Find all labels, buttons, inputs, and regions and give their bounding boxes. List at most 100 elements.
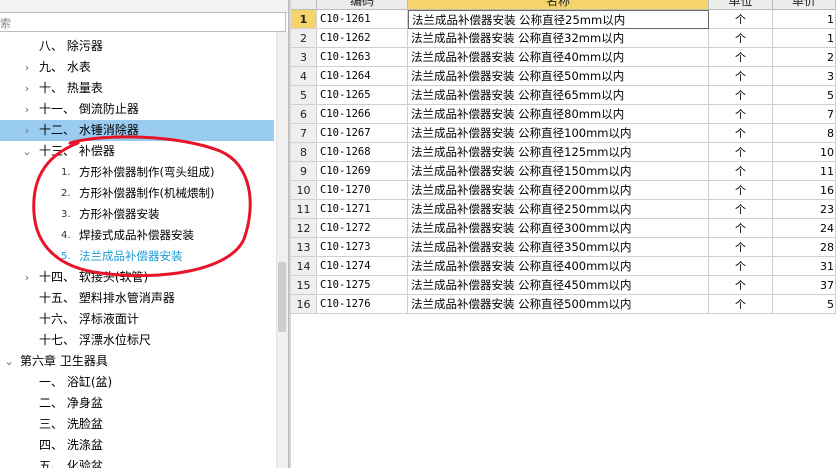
name-cell[interactable]: 法兰成品补偿器安装 公称直径500mm以内	[408, 295, 709, 314]
chevron-down-icon[interactable]: ⌄	[2, 351, 16, 372]
price-cell[interactable]: 7	[773, 105, 836, 124]
tree-item[interactable]: › 九、 水表	[0, 57, 274, 78]
name-cell[interactable]: 法兰成品补偿器安装 公称直径50mm以内	[408, 67, 709, 86]
unit-cell[interactable]: 个	[709, 105, 773, 124]
row-number[interactable]: 5	[291, 86, 317, 105]
price-cell[interactable]: 16	[773, 181, 836, 200]
table-row[interactable]: 5 C10-1265 法兰成品补偿器安装 公称直径65mm以内个 5	[291, 86, 836, 105]
price-cell[interactable]: 24	[773, 219, 836, 238]
code-cell[interactable]: C10-1262	[317, 29, 408, 48]
row-number[interactable]: 9	[291, 162, 317, 181]
header-code[interactable]: 编码	[317, 0, 408, 9]
tree-item[interactable]: › 十一、 倒流防止器	[0, 99, 274, 120]
code-cell[interactable]: C10-1272	[317, 219, 408, 238]
code-cell[interactable]: C10-1267	[317, 124, 408, 143]
unit-cell[interactable]: 个	[709, 200, 773, 219]
unit-cell[interactable]: 个	[709, 238, 773, 257]
price-cell[interactable]: 2	[773, 48, 836, 67]
table-row[interactable]: 4 C10-1264 法兰成品补偿器安装 公称直径50mm以内个 3	[291, 67, 836, 86]
tree-item[interactable]: 4. 焊接式成品补偿器安装	[0, 225, 274, 246]
code-cell[interactable]: C10-1276	[317, 295, 408, 314]
price-cell[interactable]: 1	[773, 29, 836, 48]
table-row[interactable]: 15 C10-1275 法兰成品补偿器安装 公称直径450mm以内个 37	[291, 276, 836, 295]
tree-item[interactable]: 十七、 浮漂水位标尺	[0, 330, 274, 351]
tree-search-input[interactable]: 索	[0, 12, 286, 32]
tree-item[interactable]: 五、 化验盆	[0, 456, 274, 468]
unit-cell[interactable]: 个	[709, 29, 773, 48]
name-cell[interactable]: 法兰成品补偿器安装 公称直径250mm以内	[408, 200, 709, 219]
table-row[interactable]: 8 C10-1268 法兰成品补偿器安装 公称直径125mm以内个 10	[291, 143, 836, 162]
table-row[interactable]: 11 C10-1271 法兰成品补偿器安装 公称直径250mm以内个 23	[291, 200, 836, 219]
code-cell[interactable]: C10-1271	[317, 200, 408, 219]
table-row[interactable]: 9 C10-1269 法兰成品补偿器安装 公称直径150mm以内个 11	[291, 162, 836, 181]
tree-item[interactable]: 十六、 浮标液面计	[0, 309, 274, 330]
row-number[interactable]: 1	[291, 10, 317, 29]
name-cell[interactable]: 法兰成品补偿器安装 公称直径350mm以内	[408, 238, 709, 257]
code-cell[interactable]: C10-1268	[317, 143, 408, 162]
tree-item[interactable]: 三、 洗脸盆	[0, 414, 274, 435]
table-row[interactable]: 10 C10-1270 法兰成品补偿器安装 公称直径200mm以内个 16	[291, 181, 836, 200]
header-name[interactable]: 名称	[408, 0, 709, 9]
chevron-down-icon[interactable]: ⌄	[20, 141, 34, 162]
table-row[interactable]: 3 C10-1263 法兰成品补偿器安装 公称直径40mm以内个 2	[291, 48, 836, 67]
row-number[interactable]: 14	[291, 257, 317, 276]
row-number[interactable]: 6	[291, 105, 317, 124]
name-cell[interactable]: 法兰成品补偿器安装 公称直径40mm以内	[408, 48, 709, 67]
unit-cell[interactable]: 个	[709, 143, 773, 162]
tree-item[interactable]: 1. 方形补偿器制作(弯头组成)	[0, 162, 274, 183]
name-cell[interactable]: 法兰成品补偿器安装 公称直径150mm以内	[408, 162, 709, 181]
unit-cell[interactable]: 个	[709, 10, 773, 29]
tree-item[interactable]: 2. 方形补偿器制作(机械煨制)	[0, 183, 274, 204]
row-number[interactable]: 3	[291, 48, 317, 67]
code-cell[interactable]: C10-1273	[317, 238, 408, 257]
row-number[interactable]: 7	[291, 124, 317, 143]
tree-item[interactable]: 八、 除污器	[0, 36, 274, 57]
row-number[interactable]: 12	[291, 219, 317, 238]
name-cell[interactable]: 法兰成品补偿器安装 公称直径450mm以内	[408, 276, 709, 295]
code-cell[interactable]: C10-1263	[317, 48, 408, 67]
unit-cell[interactable]: 个	[709, 276, 773, 295]
name-cell[interactable]: 法兰成品补偿器安装 公称直径80mm以内	[408, 105, 709, 124]
chevron-right-icon[interactable]: ›	[20, 267, 34, 288]
price-cell[interactable]: 37	[773, 276, 836, 295]
price-cell[interactable]: 23	[773, 200, 836, 219]
chevron-right-icon[interactable]: ›	[20, 120, 34, 141]
table-row[interactable]: 1 C10-1261 法兰成品补偿器安装 公称直径25mm以内个 1	[291, 10, 836, 29]
price-cell[interactable]: 28	[773, 238, 836, 257]
chevron-right-icon[interactable]: ›	[20, 99, 34, 120]
tree-item[interactable]: 5. 法兰成品补偿器安装	[0, 246, 274, 267]
chevron-right-icon[interactable]: ›	[20, 57, 34, 78]
name-cell[interactable]: 法兰成品补偿器安装 公称直径400mm以内	[408, 257, 709, 276]
table-row[interactable]: 2 C10-1262 法兰成品补偿器安装 公称直径32mm以内个 1	[291, 29, 836, 48]
table-row[interactable]: 7 C10-1267 法兰成品补偿器安装 公称直径100mm以内个 8	[291, 124, 836, 143]
row-number[interactable]: 11	[291, 200, 317, 219]
name-cell[interactable]: 法兰成品补偿器安装 公称直径300mm以内	[408, 219, 709, 238]
header-price[interactable]: 单价	[773, 0, 836, 9]
code-cell[interactable]: C10-1265	[317, 86, 408, 105]
tree-item[interactable]: ⌄ 第六章 卫生器具	[0, 351, 274, 372]
price-cell[interactable]: 5	[773, 295, 836, 314]
price-cell[interactable]: 8	[773, 124, 836, 143]
unit-cell[interactable]: 个	[709, 86, 773, 105]
unit-cell[interactable]: 个	[709, 162, 773, 181]
unit-cell[interactable]: 个	[709, 295, 773, 314]
code-cell[interactable]: C10-1266	[317, 105, 408, 124]
unit-cell[interactable]: 个	[709, 257, 773, 276]
row-number[interactable]: 10	[291, 181, 317, 200]
table-row[interactable]: 16 C10-1276 法兰成品补偿器安装 公称直径500mm以内个 5	[291, 295, 836, 314]
code-cell[interactable]: C10-1274	[317, 257, 408, 276]
price-cell[interactable]: 3	[773, 67, 836, 86]
name-cell[interactable]: 法兰成品补偿器安装 公称直径125mm以内	[408, 143, 709, 162]
name-cell[interactable]: 法兰成品补偿器安装 公称直径32mm以内	[408, 29, 709, 48]
row-number[interactable]: 8	[291, 143, 317, 162]
tree-item[interactable]: 3. 方形补偿器安装	[0, 204, 274, 225]
code-cell[interactable]: C10-1270	[317, 181, 408, 200]
chevron-right-icon[interactable]: ›	[20, 78, 34, 99]
name-cell[interactable]: 法兰成品补偿器安装 公称直径65mm以内	[408, 86, 709, 105]
price-cell[interactable]: 5	[773, 86, 836, 105]
tree-item[interactable]: 十五、 塑料排水管消声器	[0, 288, 274, 309]
price-cell[interactable]: 31	[773, 257, 836, 276]
tree-item[interactable]: › 十二、 水锤消除器	[0, 120, 274, 141]
tree-item[interactable]: 二、 净身盆	[0, 393, 274, 414]
unit-cell[interactable]: 个	[709, 67, 773, 86]
